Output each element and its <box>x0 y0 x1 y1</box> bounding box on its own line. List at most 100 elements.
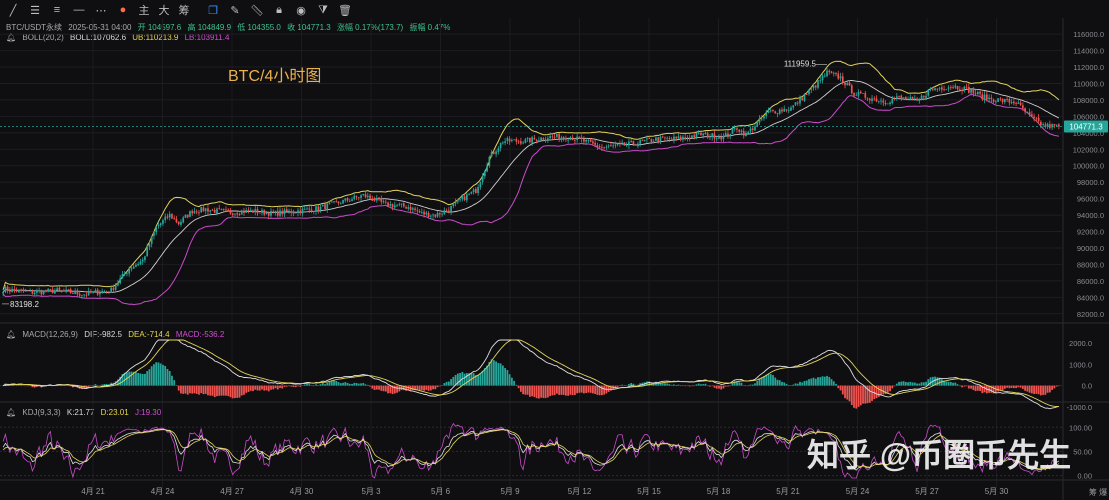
candle <box>830 71 833 74</box>
candle <box>664 137 666 139</box>
macd-bar <box>592 385 594 394</box>
chart-canvas[interactable]: 82000.0 84000.0 86000.0 88000.0 90000.0 92000… <box>0 18 1109 500</box>
macd-bar <box>15 385 18 386</box>
macd-bar <box>727 385 729 387</box>
macd-bar <box>20 384 23 386</box>
macd-bar <box>483 368 486 386</box>
y-tick-label: 50.00 <box>1073 447 1092 456</box>
candle <box>787 110 790 111</box>
macd-bar <box>531 385 534 397</box>
candle <box>738 129 741 132</box>
macd-bar <box>722 385 725 389</box>
candle <box>605 146 608 148</box>
x-tick-label: 4月 24 <box>151 487 175 496</box>
pencil-icon[interactable]: ✎ <box>226 1 244 19</box>
candle <box>801 97 804 101</box>
candle <box>758 118 761 123</box>
macd-bar <box>1037 385 1040 395</box>
macd-bar <box>384 385 387 392</box>
macd-bar <box>510 377 513 386</box>
macd-bar <box>1006 385 1009 388</box>
candle <box>83 294 86 296</box>
candle <box>29 290 31 292</box>
candle <box>567 139 569 141</box>
macd-bar <box>524 385 527 395</box>
macd-bar <box>812 377 815 386</box>
main-button[interactable]: 主 <box>136 1 152 19</box>
more-icon[interactable]: ⋯ <box>92 1 110 19</box>
candle <box>405 207 407 209</box>
y-tick-label: 112000.0 <box>1073 63 1104 72</box>
macd-bar <box>1033 385 1036 394</box>
macd-bar <box>839 385 842 391</box>
macd-bar <box>389 385 392 394</box>
candle <box>823 75 826 77</box>
candle <box>544 139 547 141</box>
candle <box>805 94 808 95</box>
candle <box>817 80 819 88</box>
x-tick-label: 4月 27 <box>220 487 244 496</box>
lock-icon[interactable]: 🔒︎ <box>270 1 288 19</box>
vertical-lines-icon[interactable]: ≡ <box>48 1 66 19</box>
candle <box>922 96 925 98</box>
y-tick-label: 110000.0 <box>1073 79 1104 88</box>
candle <box>222 209 225 211</box>
candle <box>272 211 275 213</box>
macd-bar <box>594 385 597 395</box>
candle <box>1026 111 1029 113</box>
candle <box>513 139 515 141</box>
big-button[interactable]: 大 <box>156 1 172 19</box>
candle <box>657 137 660 142</box>
filter-icon[interactable]: ⧩ <box>314 1 332 19</box>
candle <box>1024 108 1026 112</box>
eye-icon[interactable]: ◉ <box>292 1 310 19</box>
candle <box>1033 116 1035 118</box>
macd-bar <box>436 385 439 388</box>
macd-bar <box>279 385 281 388</box>
candle <box>249 209 252 212</box>
macd-bar <box>871 385 873 401</box>
candle <box>526 137 529 140</box>
candle <box>927 89 930 96</box>
macd-bar <box>918 383 921 386</box>
macd-bar <box>186 385 189 395</box>
macd-bar <box>497 362 500 386</box>
candle <box>677 136 680 139</box>
macd-bar <box>495 361 498 386</box>
macd-bar <box>715 385 718 389</box>
dash-line-icon[interactable]: — <box>70 1 88 19</box>
trash-icon[interactable]: 🗑︎ <box>336 1 354 19</box>
macd-bar <box>319 384 322 386</box>
macd-bar <box>564 385 567 396</box>
candle <box>988 97 990 99</box>
candle <box>961 90 963 91</box>
macd-bar <box>162 364 164 386</box>
candle <box>596 145 599 147</box>
copy-icon[interactable]: ❐ <box>204 1 222 19</box>
candle <box>1008 99 1011 103</box>
candle <box>891 98 894 104</box>
candle <box>958 89 961 91</box>
macd-bar <box>1042 385 1045 395</box>
candle <box>837 73 840 79</box>
candle <box>625 144 628 146</box>
draw-line-icon[interactable]: ╱ <box>4 1 22 19</box>
macd-bar <box>342 382 344 386</box>
macd-bar <box>952 382 954 386</box>
macd-bar <box>213 385 216 398</box>
macd-bar <box>153 364 155 386</box>
candle <box>884 102 887 105</box>
candle <box>538 140 540 142</box>
candle <box>542 138 545 140</box>
candle <box>6 286 9 291</box>
color-dot-icon[interactable]: ● <box>114 1 132 19</box>
macd-bar <box>803 380 806 386</box>
candle <box>78 294 81 296</box>
ruler-icon[interactable]: 📏︎ <box>248 1 266 19</box>
candle <box>812 85 815 89</box>
horizontal-lines-icon[interactable]: ☰ <box>26 1 44 19</box>
candle <box>853 92 855 96</box>
candle <box>400 203 403 205</box>
macd-bar <box>630 382 633 386</box>
chip-button[interactable]: 筹 <box>176 1 192 19</box>
